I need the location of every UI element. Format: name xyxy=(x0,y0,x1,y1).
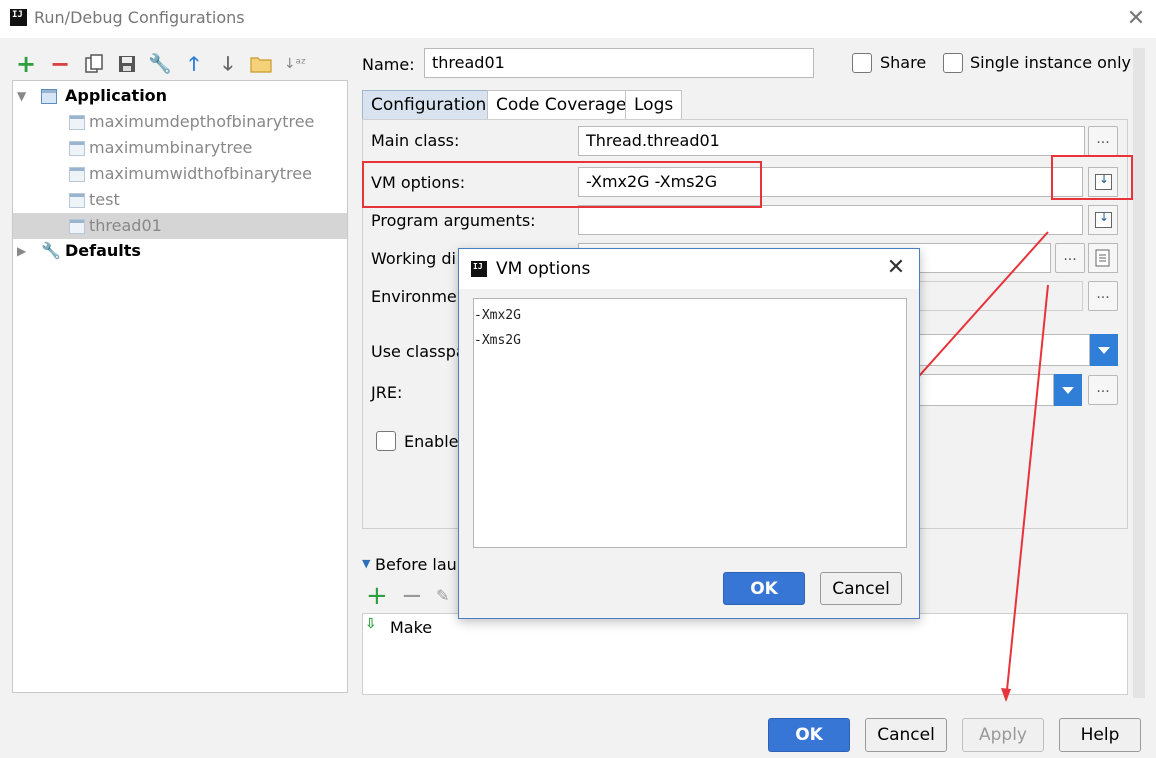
arrow-to-apply xyxy=(1005,284,1049,701)
vm-option-line: -Xms2G xyxy=(474,333,521,348)
vm-option-line: -Xmx2G xyxy=(474,308,521,323)
close-icon[interactable]: ✕ xyxy=(883,255,909,280)
arrowhead xyxy=(1001,688,1011,702)
dialog-title-bar: IJ VM options ✕ xyxy=(459,249,919,289)
vm-options-textarea[interactable]: -Xmx2G -Xms2G xyxy=(473,298,907,548)
intellij-logo-icon: IJ xyxy=(471,261,487,277)
dialog-title: VM options xyxy=(496,259,591,279)
dialog-ok-button[interactable]: OK xyxy=(723,572,805,605)
dialog-cancel-button[interactable]: Cancel xyxy=(820,572,902,605)
vm-options-dialog: IJ VM options ✕ -Xmx2G -Xms2G OK Cancel xyxy=(458,248,920,619)
